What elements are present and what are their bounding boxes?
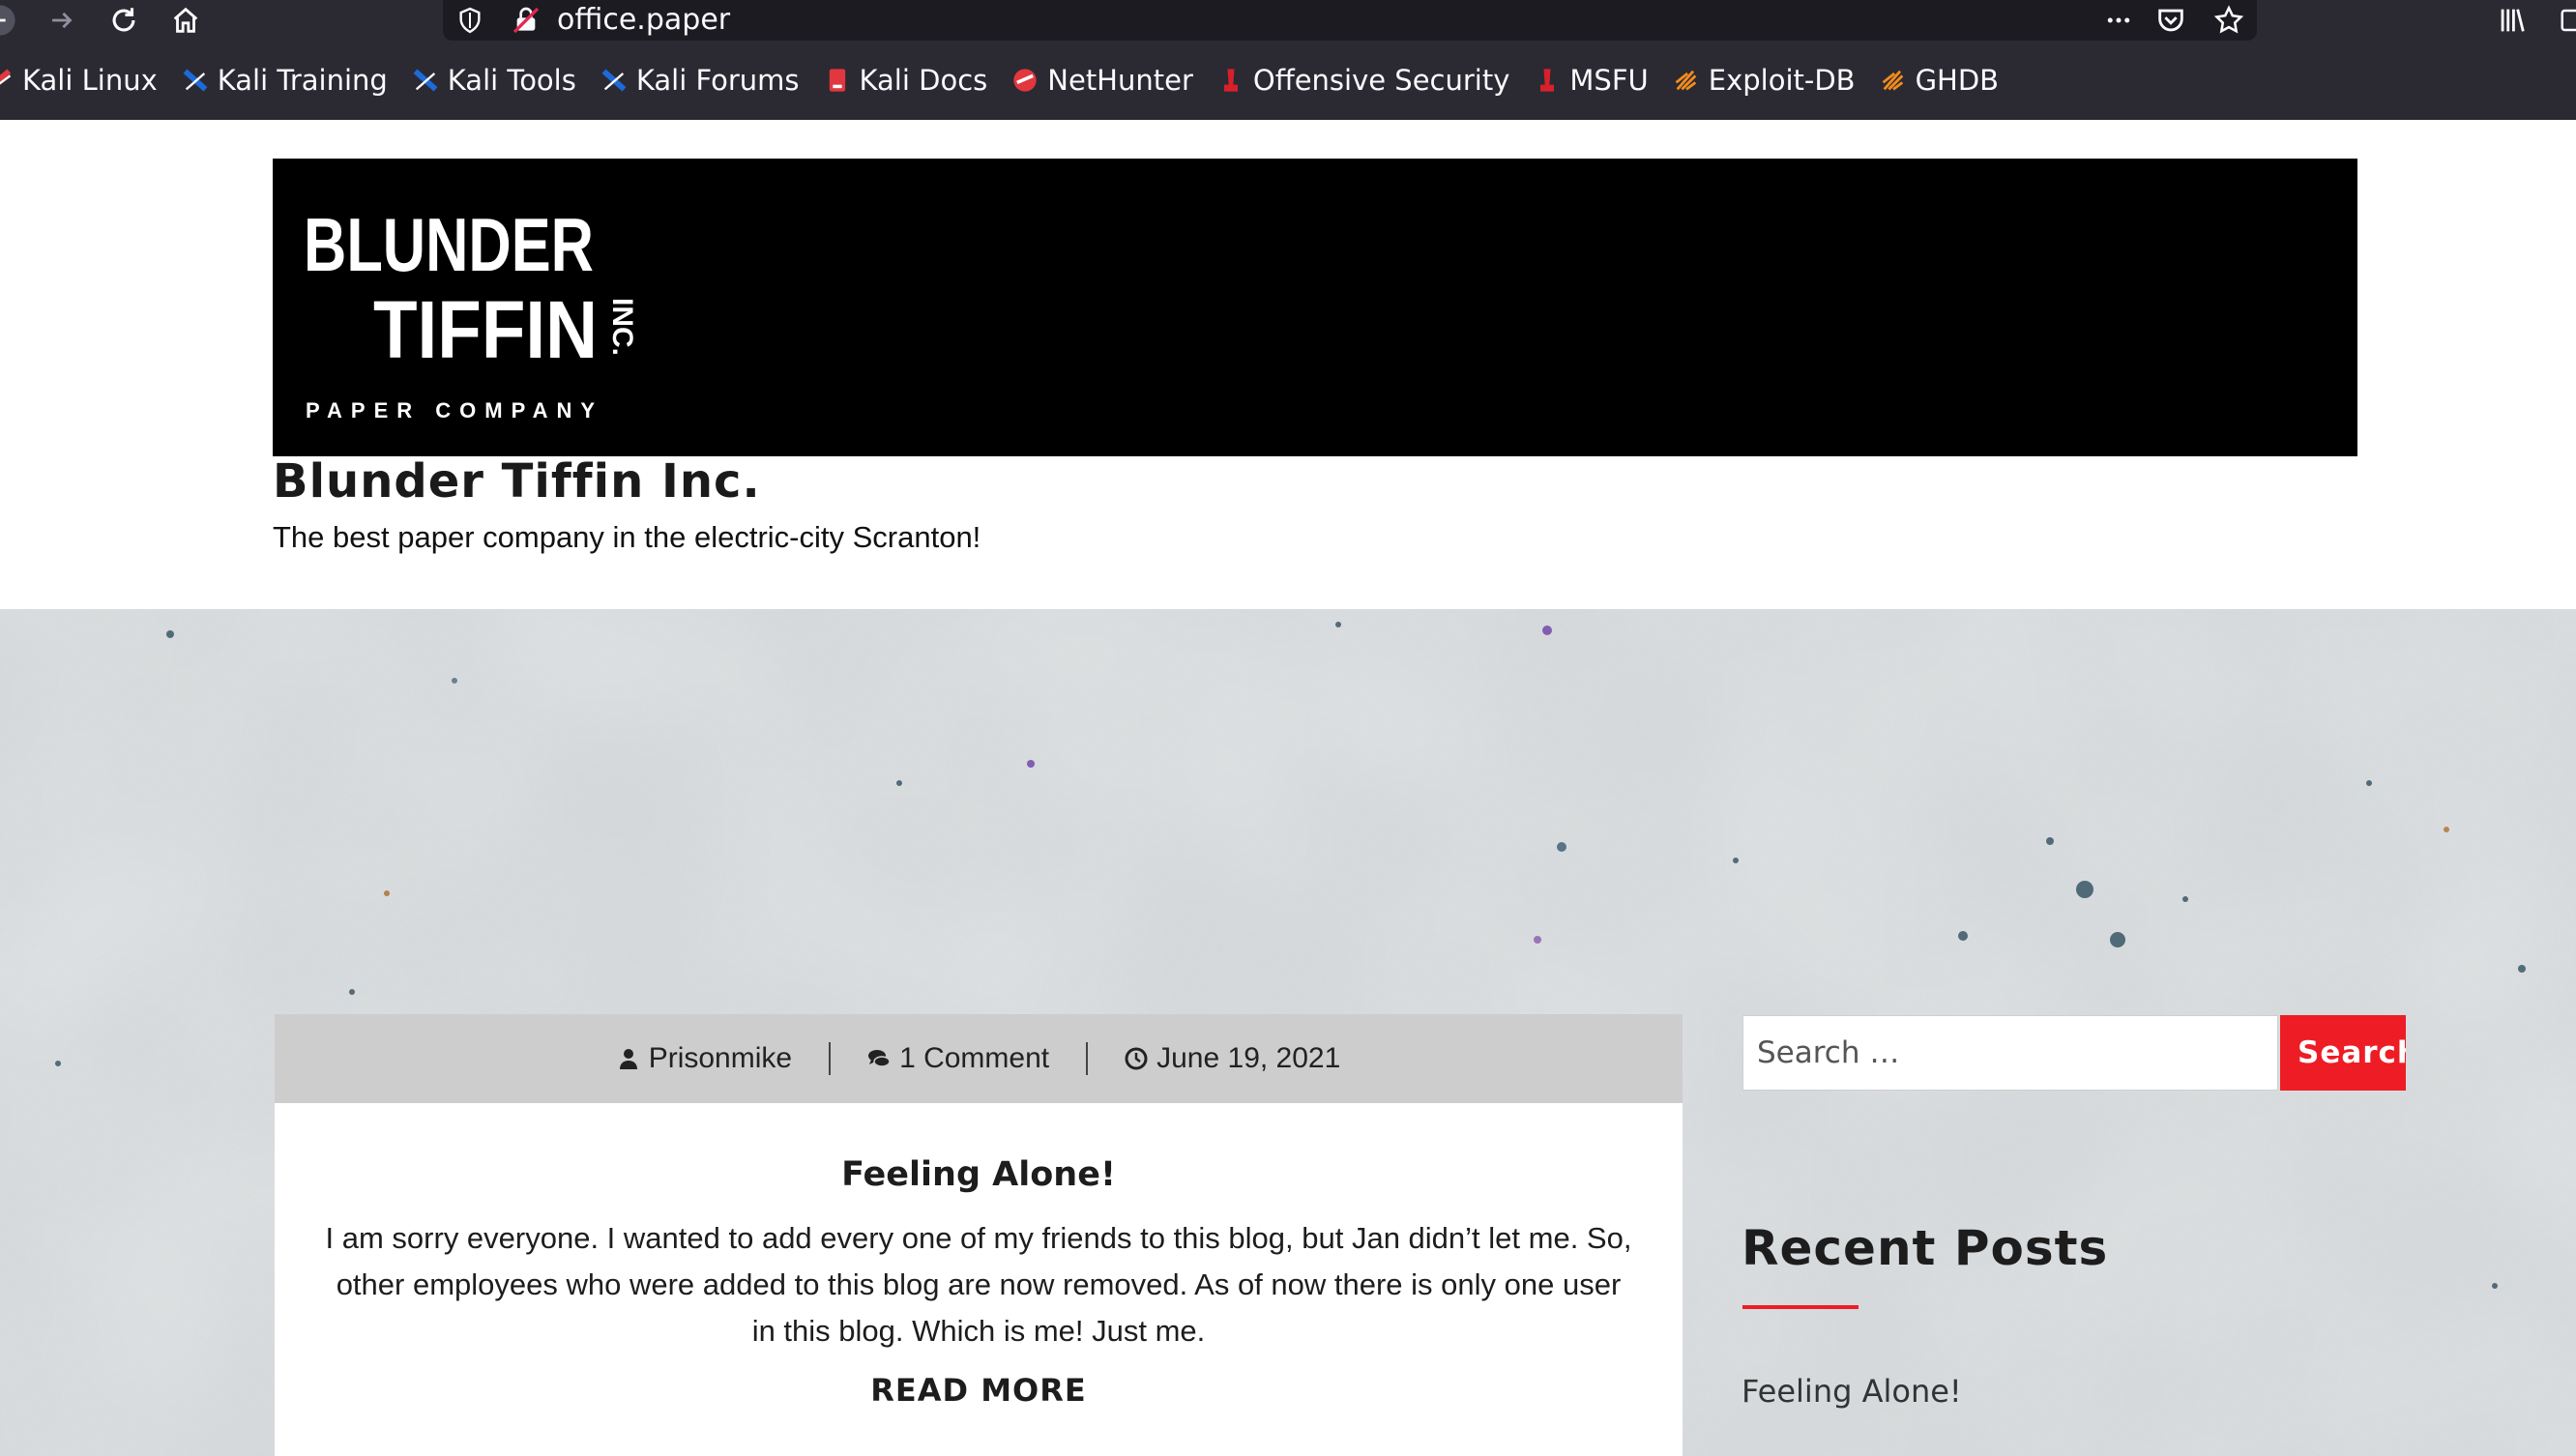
read-more-link[interactable]: READ MORE xyxy=(275,1372,1683,1409)
svg-text:TIFFIN: TIFFIN xyxy=(373,284,598,375)
kali-dragon-icon xyxy=(0,69,12,85)
site-logo[interactable]: BLUNDER TIFFIN INC. PAPER COMPANY xyxy=(304,186,642,427)
bookmark-kali-forums[interactable]: Kali Forums xyxy=(600,64,800,97)
home-button[interactable] xyxy=(159,0,213,41)
kali-dragon-icon xyxy=(413,69,438,92)
browser-toolbar: office.paper xyxy=(0,0,2576,41)
bookmark-kali-linux[interactable]: Kali Linux xyxy=(0,64,158,97)
exploit-db-icon xyxy=(1882,70,1903,91)
meta-divider xyxy=(1086,1042,1089,1075)
site-tagline: The best paper company in the electric-c… xyxy=(273,520,981,554)
meta-divider xyxy=(829,1042,832,1075)
search-input[interactable] xyxy=(1742,1015,2278,1091)
svg-text:BLUNDER: BLUNDER xyxy=(304,202,594,287)
pocket-icon[interactable] xyxy=(2154,4,2187,37)
post-excerpt: I am sorry everyone. I wanted to add eve… xyxy=(325,1221,1632,1348)
bookmark-exploit-db[interactable]: Exploit-DB xyxy=(1673,64,1856,97)
offsec-icon xyxy=(1223,69,1238,92)
library-icon[interactable] xyxy=(2495,4,2530,37)
offsec-icon xyxy=(1540,69,1555,92)
post-meta-bar: Prisonmike 1 Comment June 19, 2021 xyxy=(275,1014,1683,1103)
site-title[interactable]: Blunder Tiffin Inc. xyxy=(273,454,761,509)
home-icon xyxy=(173,7,198,33)
search-button[interactable]: Search xyxy=(2280,1015,2406,1091)
url-bar[interactable]: office.paper xyxy=(443,0,2257,41)
header-banner: BLUNDER TIFFIN INC. PAPER COMPANY xyxy=(273,159,2357,456)
post-author[interactable]: Prisonmike xyxy=(617,1042,792,1075)
forward-button[interactable] xyxy=(35,0,89,41)
content-area: Prisonmike 1 Comment June 19, 2021 Feeli… xyxy=(0,609,2576,1456)
insecure-lock-icon[interactable] xyxy=(511,5,542,36)
bookmark-kali-tools[interactable]: Kali Tools xyxy=(412,64,576,97)
reload-button[interactable] xyxy=(97,0,151,41)
clock-icon xyxy=(1125,1047,1148,1070)
post-date[interactable]: June 19, 2021 xyxy=(1125,1042,1340,1075)
post-card: Feeling Alone! I am sorry everyone. I wa… xyxy=(275,1103,1683,1456)
bookmark-kali-training[interactable]: Kali Training xyxy=(182,64,388,97)
bookmark-kali-docs[interactable]: Kali Docs xyxy=(824,64,987,97)
bookmark-ghdb[interactable]: GHDB xyxy=(1880,64,1999,97)
bookmarks-toolbar: Kali Linux Kali Training Kali Tools Kali… xyxy=(0,41,2576,120)
recent-posts-heading: Recent Posts xyxy=(1742,1220,2109,1276)
comments-icon xyxy=(868,1050,891,1067)
heading-underline xyxy=(1742,1305,1859,1309)
kali-docs-icon xyxy=(829,69,845,92)
bookmark-nethunter[interactable]: NetHunter xyxy=(1011,64,1193,97)
nethunter-icon xyxy=(1013,69,1037,92)
svg-text:PAPER COMPANY: PAPER COMPANY xyxy=(306,398,603,422)
post-comments[interactable]: 1 Comment xyxy=(867,1042,1049,1075)
shield-icon[interactable] xyxy=(454,5,485,36)
bookmark-star-icon[interactable] xyxy=(2212,4,2245,37)
user-icon xyxy=(619,1049,637,1069)
post-title[interactable]: Feeling Alone! xyxy=(275,1155,1683,1194)
kali-dragon-icon xyxy=(601,69,627,92)
forward-arrow-icon xyxy=(52,12,73,29)
svg-text:INC.: INC. xyxy=(606,298,638,356)
url-text[interactable]: office.paper xyxy=(557,0,730,41)
back-button[interactable] xyxy=(0,0,27,41)
bookmark-offensive-security[interactable]: Offensive Security xyxy=(1217,64,1509,97)
back-arrow-icon xyxy=(0,5,15,36)
page-actions-icon[interactable] xyxy=(2102,6,2135,35)
kali-dragon-icon xyxy=(183,69,208,92)
reload-icon xyxy=(112,8,135,32)
recent-post-link[interactable]: Feeling Alone! xyxy=(1742,1373,1962,1410)
exploit-db-icon xyxy=(1675,70,1697,91)
sidebar-icon[interactable] xyxy=(2559,4,2576,37)
bookmark-msfu[interactable]: MSFU xyxy=(1534,64,1649,97)
